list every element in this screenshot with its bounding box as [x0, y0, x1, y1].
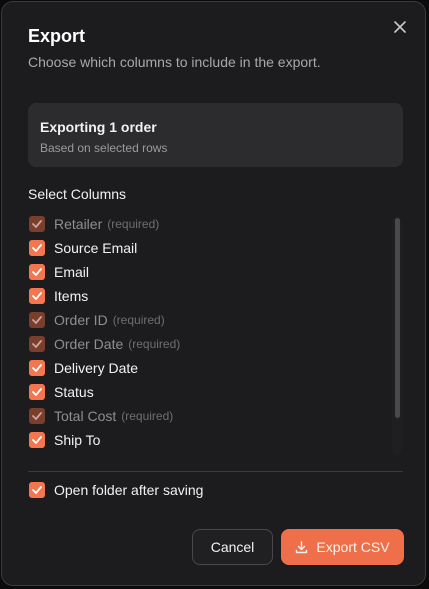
column-option[interactable]: Ship To — [28, 428, 388, 452]
export-summary-subtitle: Based on selected rows — [40, 141, 168, 155]
checkmark-icon — [32, 244, 42, 252]
column-checkbox[interactable] — [29, 288, 45, 304]
dialog-title: Export — [28, 26, 86, 46]
close-button[interactable] — [389, 16, 411, 38]
checkmark-icon — [32, 364, 42, 372]
checkmark-icon — [32, 388, 42, 396]
column-option: Retailer (required) — [28, 212, 388, 236]
column-checkbox[interactable] — [29, 384, 45, 400]
open-folder-option[interactable]: Open folder after saving — [28, 478, 203, 502]
export-summary-title: Exporting 1 order — [40, 119, 157, 135]
column-checkbox — [29, 216, 45, 232]
required-note: (required) — [107, 217, 160, 231]
checkmark-icon — [32, 486, 42, 494]
open-folder-checkbox[interactable] — [29, 482, 45, 498]
export-dialog: Export Choose which columns to include i… — [1, 1, 426, 586]
column-option[interactable]: Source Email — [28, 236, 388, 260]
checkmark-icon — [32, 316, 42, 324]
checkmark-icon — [32, 340, 42, 348]
cancel-button[interactable]: Cancel — [192, 529, 273, 565]
column-checkbox[interactable] — [29, 240, 45, 256]
scrollbar-thumb[interactable] — [395, 218, 400, 418]
export-summary-card: Exporting 1 order Based on selected rows — [28, 103, 403, 167]
column-label: Email — [54, 264, 90, 280]
download-icon — [295, 540, 308, 554]
required-note: (required) — [112, 313, 165, 327]
select-columns-label: Select Columns — [28, 186, 127, 202]
column-option[interactable]: Email — [28, 260, 388, 284]
checkmark-icon — [32, 412, 42, 420]
dialog-subtitle: Choose which columns to include in the e… — [28, 54, 321, 70]
column-checkbox — [29, 312, 45, 328]
export-csv-button[interactable]: Export CSV — [281, 529, 404, 565]
column-option: Order Date (required) — [28, 332, 388, 356]
column-label: Status — [54, 384, 94, 400]
required-note: (required) — [128, 337, 181, 351]
checkmark-icon — [32, 292, 42, 300]
checkmark-icon — [32, 268, 42, 276]
column-label: Items — [54, 288, 89, 304]
close-icon[interactable] — [394, 21, 406, 33]
column-option: Total Cost (required) — [28, 404, 388, 428]
checkmark-icon — [32, 436, 42, 444]
export-csv-button-label: Export CSV — [316, 539, 390, 555]
column-option[interactable]: Status — [28, 380, 388, 404]
column-checkbox[interactable] — [29, 360, 45, 376]
column-option[interactable]: Delivery Date — [28, 356, 388, 380]
open-folder-label: Open folder after saving — [54, 482, 204, 498]
column-label: Total Cost — [54, 408, 117, 424]
column-checkbox — [29, 408, 45, 424]
column-checkbox — [29, 336, 45, 352]
divider — [28, 471, 403, 472]
column-label: Ship To — [54, 432, 101, 448]
column-checkbox[interactable] — [29, 432, 45, 448]
column-option: Order ID (required) — [28, 308, 388, 332]
column-checkbox[interactable] — [29, 264, 45, 280]
column-list-scrollbar[interactable] — [392, 216, 402, 455]
column-label: Retailer — [54, 216, 103, 232]
cancel-button-label: Cancel — [210, 539, 255, 555]
column-label: Order ID — [54, 312, 108, 328]
column-option[interactable]: Items — [28, 284, 388, 308]
column-label: Source Email — [54, 240, 138, 256]
column-label: Order Date — [54, 336, 124, 352]
checkmark-icon — [32, 220, 42, 228]
column-list: Retailer (required) Source Email Email Items… — [28, 212, 388, 455]
required-note: (required) — [121, 409, 174, 423]
column-label: Delivery Date — [54, 360, 139, 376]
